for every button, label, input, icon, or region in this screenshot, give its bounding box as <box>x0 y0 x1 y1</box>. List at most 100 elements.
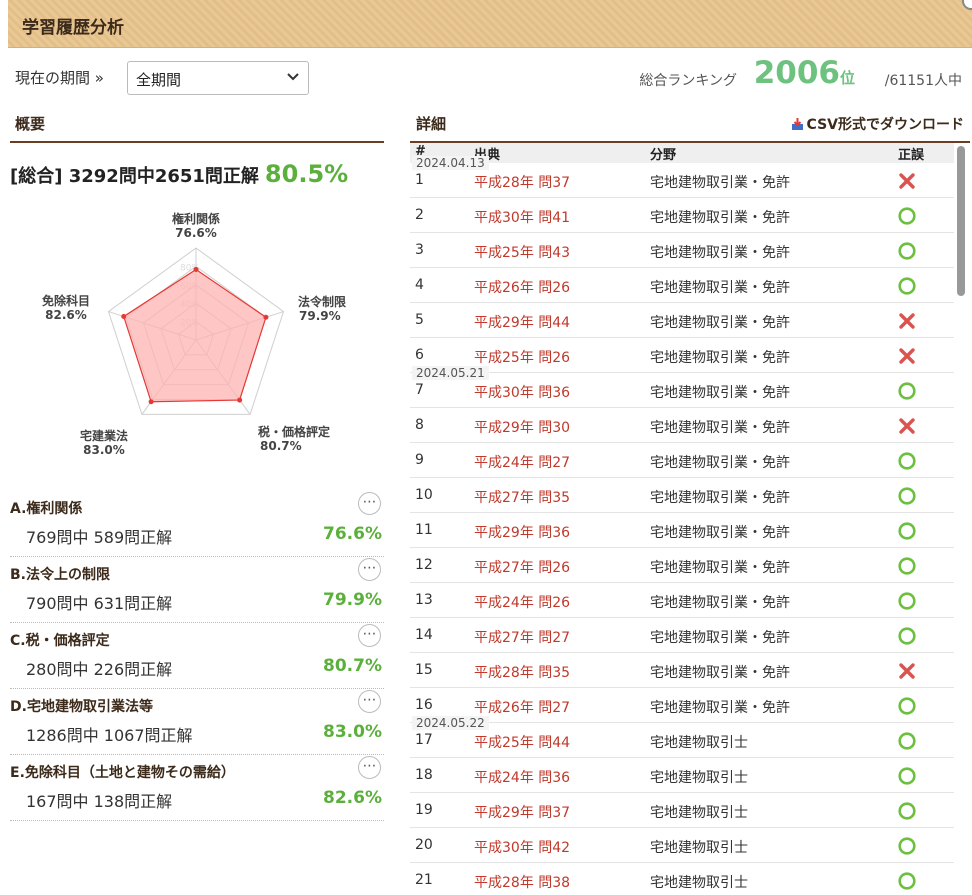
row-number: 19 <box>415 802 433 818</box>
question-source-link[interactable]: 平成29年 問36 <box>474 522 570 542</box>
row-field: 宅地建物取引業・免許 <box>650 700 790 716</box>
category-name: A.権利関係 <box>10 501 83 517</box>
question-source-link[interactable]: 平成30年 問36 <box>474 382 570 402</box>
question-source-link[interactable]: 平成30年 問42 <box>474 837 570 857</box>
row-number: 4 <box>415 277 424 293</box>
page-header: 学習履歴分析 <box>8 0 972 48</box>
radar-data-point <box>121 314 127 320</box>
correct-circle-icon <box>897 836 917 856</box>
incorrect-cross-icon <box>897 661 917 681</box>
more-options-icon[interactable]: ⋯ <box>358 558 381 581</box>
category-count: 769問中 589問正解 <box>26 528 173 547</box>
question-source-link[interactable]: 平成28年 問37 <box>474 172 570 192</box>
more-options-icon[interactable]: ⋯ <box>358 690 381 713</box>
row-field: 宅地建物取引業・免許 <box>650 560 790 576</box>
radar-axis-value: 82.6% <box>45 308 87 322</box>
question-source-link[interactable]: 平成28年 問35 <box>474 662 570 682</box>
table-row: 17 平成25年 問44 宅地建物取引士 <box>410 723 954 758</box>
table-row: 7 平成30年 問36 宅地建物取引業・免許 <box>410 373 954 408</box>
table-row: 14 平成27年 問27 宅地建物取引業・免許 <box>410 618 954 653</box>
row-number: 9 <box>415 452 424 468</box>
overview-heading: 概要 <box>10 113 384 143</box>
correct-circle-icon <box>897 556 917 576</box>
table-row: 12 平成27年 問26 宅地建物取引業・免許 <box>410 548 954 583</box>
scrollbar[interactable] <box>957 146 965 296</box>
table-row: 9 平成24年 問27 宅地建物取引業・免許 <box>410 443 954 478</box>
date-separator: 2024.04.13 <box>412 156 489 170</box>
table-row: 16 平成26年 問27 宅地建物取引業・免許 <box>410 688 954 723</box>
row-field: 宅地建物取引業・免許 <box>650 455 790 471</box>
row-number: 21 <box>415 872 433 888</box>
table-row: 15 平成28年 問35 宅地建物取引業・免許 <box>410 653 954 688</box>
question-source-link[interactable]: 平成25年 問44 <box>474 732 570 752</box>
row-field: 宅地建物取引業・免許 <box>650 315 790 331</box>
question-source-link[interactable]: 平成27年 問26 <box>474 557 570 577</box>
category-name: E.免除科目（土地と建物その需給） <box>10 765 235 781</box>
column-result: 正誤 <box>898 148 925 163</box>
row-field: 宅地建物取引士 <box>650 875 748 891</box>
table-row: 5 平成29年 問44 宅地建物取引業・免許 <box>410 303 954 338</box>
table-row: 4 平成26年 問26 宅地建物取引業・免許 <box>410 268 954 303</box>
ranking-number: 2006 <box>753 55 840 91</box>
more-options-icon[interactable]: ⋯ <box>358 624 381 647</box>
page-title: 学習履歴分析 <box>22 18 124 38</box>
download-icon <box>791 118 803 130</box>
category-percentage: 79.9% <box>323 590 382 610</box>
more-options-icon[interactable]: ⋯ <box>358 492 381 515</box>
correct-circle-icon <box>897 626 917 646</box>
radar-axis-value: 83.0% <box>83 443 125 457</box>
table-row: 18 平成24年 問36 宅地建物取引士 <box>410 758 954 793</box>
question-source-link[interactable]: 平成26年 問27 <box>474 697 570 717</box>
row-field: 宅地建物取引業・免許 <box>650 630 790 646</box>
correct-circle-icon <box>897 766 917 786</box>
row-number: 5 <box>415 312 424 328</box>
radar-data-point <box>193 267 199 273</box>
category-name: D.宅地建物取引業法等 <box>10 699 153 715</box>
detail-table: # 出典 分野 正誤 1 平成28年 問37 宅地建物取引業・免許 2 平成30年 問4… <box>410 143 954 895</box>
row-number: 8 <box>415 417 424 433</box>
correct-circle-icon <box>897 801 917 821</box>
correct-circle-icon <box>897 206 917 226</box>
date-separator: 2024.05.21 <box>412 366 489 380</box>
question-source-link[interactable]: 平成29年 問44 <box>474 312 570 332</box>
question-source-link[interactable]: 平成24年 問26 <box>474 592 570 612</box>
category-name: B.法令上の制限 <box>10 567 110 583</box>
row-number: 20 <box>415 837 433 853</box>
category-percentage: 76.6% <box>323 524 382 544</box>
question-source-link[interactable]: 平成27年 問27 <box>474 627 570 647</box>
radar-data-point <box>263 314 269 320</box>
table-row: 6 平成25年 問26 宅地建物取引業・免許 <box>410 338 954 373</box>
table-row: 10 平成27年 問35 宅地建物取引業・免許 <box>410 478 954 513</box>
row-field: 宅地建物取引業・免許 <box>650 175 790 191</box>
category-item: E.免除科目（土地と建物その需給） ⋯ 167問中 138問正解 82.6% <box>10 755 384 821</box>
row-field: 宅地建物取引士 <box>650 840 748 856</box>
more-options-icon[interactable]: ⋯ <box>358 756 381 779</box>
question-source-link[interactable]: 平成27年 問35 <box>474 487 570 507</box>
correct-circle-icon <box>897 871 917 891</box>
period-select[interactable]: 全期間 <box>127 61 309 95</box>
question-source-link[interactable]: 平成24年 問27 <box>474 452 570 472</box>
question-source-link[interactable]: 平成29年 問30 <box>474 417 570 437</box>
question-source-link[interactable]: 平成25年 問43 <box>474 242 570 262</box>
row-number: 15 <box>415 662 433 678</box>
question-source-link[interactable]: 平成29年 問37 <box>474 802 570 822</box>
question-source-link[interactable]: 平成26年 問26 <box>474 277 570 297</box>
summary-percentage: 80.5% <box>264 160 349 188</box>
question-source-link[interactable]: 平成30年 問41 <box>474 207 570 227</box>
row-field: 宅地建物取引業・免許 <box>650 595 790 611</box>
row-number: 18 <box>415 767 433 783</box>
question-source-link[interactable]: 平成25年 問26 <box>474 347 570 367</box>
table-row: 20 平成30年 問42 宅地建物取引士 <box>410 828 954 863</box>
chevron-down-icon <box>287 73 299 81</box>
correct-circle-icon <box>897 696 917 716</box>
radar-axis-value: 80.7% <box>260 439 302 453</box>
question-source-link[interactable]: 平成28年 問38 <box>474 872 570 892</box>
question-source-link[interactable]: 平成24年 問36 <box>474 767 570 787</box>
row-number: 10 <box>415 487 433 503</box>
table-row: 3 平成25年 問43 宅地建物取引業・免許 <box>410 233 954 268</box>
csv-download-link[interactable]: CSV形式でダウンロード <box>791 114 964 134</box>
row-field: 宅地建物取引業・免許 <box>650 420 790 436</box>
category-percentage: 80.7% <box>323 656 382 676</box>
category-count: 790問中 631問正解 <box>26 594 173 613</box>
category-item: C.税・価格評定 ⋯ 280問中 226問正解 80.7% <box>10 623 384 689</box>
